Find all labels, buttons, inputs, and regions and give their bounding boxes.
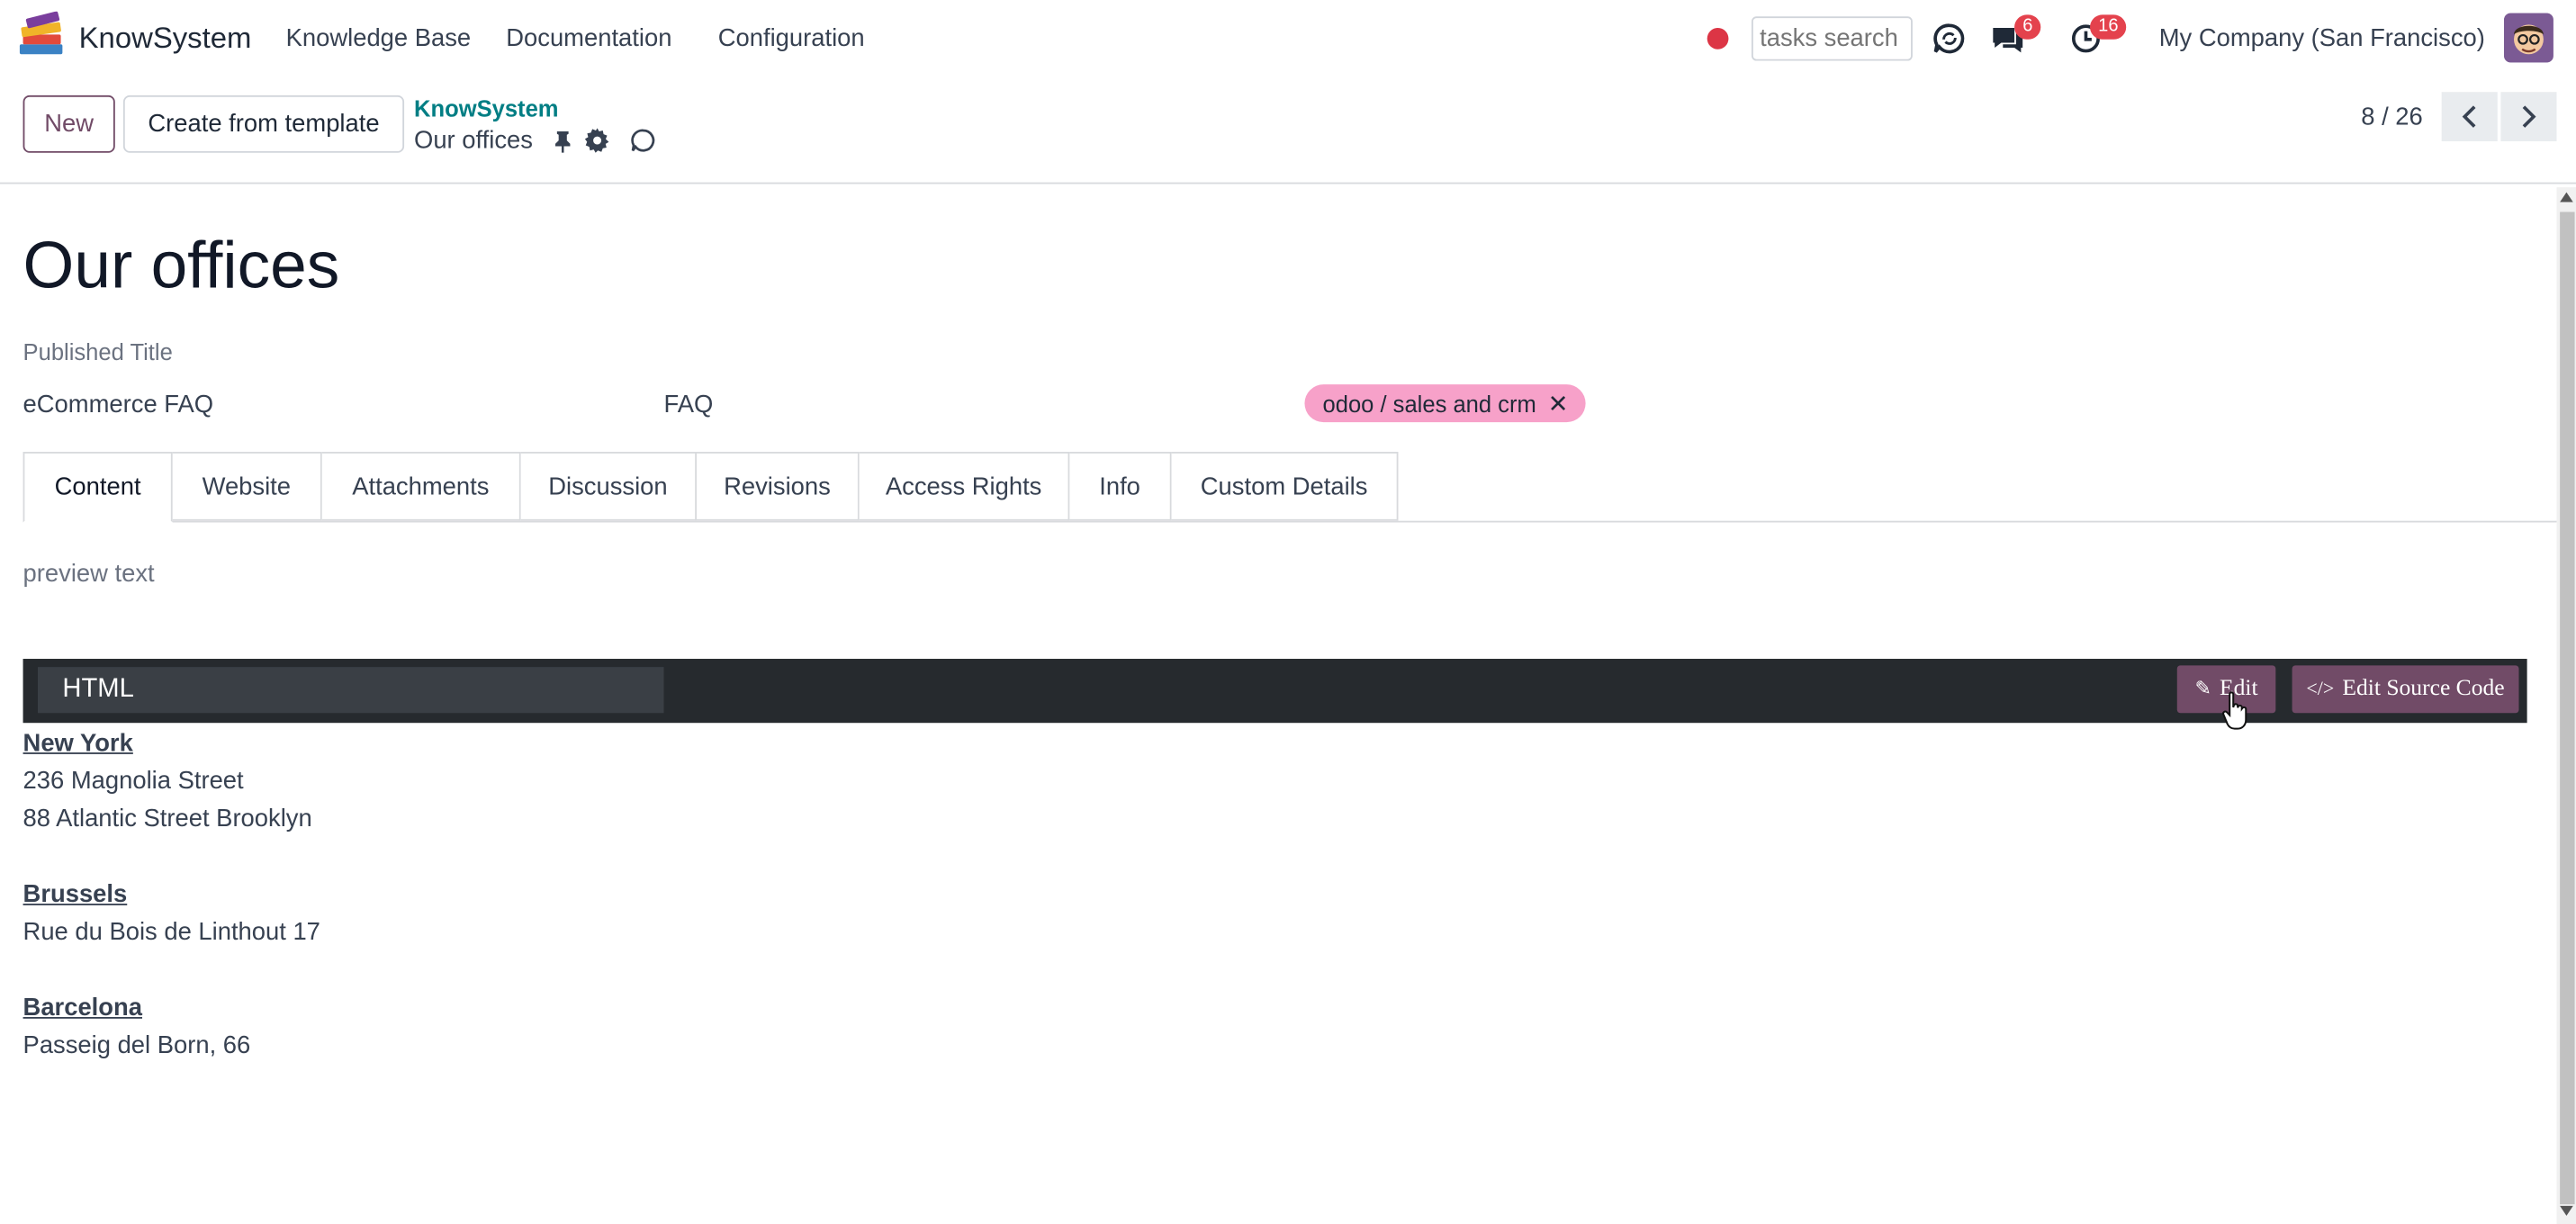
menu-configuration[interactable]: Configuration (718, 24, 865, 52)
record-title[interactable]: Our offices (23, 230, 340, 304)
user-avatar[interactable] (2504, 13, 2553, 63)
tag-label: odoo / sales and crm (1322, 390, 1536, 417)
scrollbar-thumb[interactable] (2560, 212, 2575, 1205)
office-block: New York 236 Magnolia Street 88 Atlantic… (23, 724, 312, 838)
tag-badge: odoo / sales and crm ✕ (1304, 384, 1585, 423)
breadcrumb-parent-link[interactable]: KnowSystem (414, 95, 559, 122)
tasks-search-input[interactable] (1751, 16, 1913, 61)
tab-discussion[interactable]: Discussion (520, 452, 698, 521)
tab-attachments[interactable]: Attachments (321, 452, 521, 521)
office-block: Brussels Rue du Bois de Linthout 17 (23, 876, 320, 951)
pin-icon[interactable] (554, 130, 572, 153)
pager-previous-button[interactable] (2441, 92, 2498, 141)
books-logo-icon[interactable] (16, 11, 66, 61)
edit-source-code-button[interactable]: </> Edit Source Code (2292, 665, 2519, 714)
scroll-down-arrow-icon[interactable] (2560, 1205, 2573, 1216)
editor-mode-select[interactable]: HTML (37, 667, 664, 714)
category-field[interactable]: FAQ (664, 391, 714, 418)
form-tabs: Content Website Attachments Discussion R… (23, 452, 1399, 523)
page-scrollbar[interactable] (2556, 187, 2576, 1224)
office-city: New York (23, 729, 133, 758)
scroll-up-arrow-icon[interactable] (2560, 192, 2573, 202)
tag-remove-icon[interactable]: ✕ (1548, 389, 1569, 418)
chevron-left-icon (2462, 105, 2476, 128)
pager-value[interactable]: 8 / 26 (2361, 104, 2423, 131)
gear-icon[interactable] (584, 128, 609, 153)
html-editor-toolbar: HTML ✎ Edit </> Edit Source Code (23, 659, 2527, 724)
hand-cursor-icon (2222, 691, 2247, 730)
tab-custom-details[interactable]: Custom Details (1171, 452, 1399, 521)
tab-revisions[interactable]: Revisions (697, 452, 860, 521)
new-button[interactable]: New (23, 94, 115, 153)
create-from-template-button[interactable]: Create from template (122, 94, 405, 153)
company-switcher[interactable]: My Company (San Francisco) (2159, 24, 2485, 52)
tab-info[interactable]: Info (1069, 452, 1172, 521)
messages-count-badge: 6 (2014, 14, 2041, 40)
menu-knowledge-base[interactable]: Knowledge Base (286, 24, 472, 52)
chatter-sync-icon[interactable] (631, 128, 655, 152)
preview-text-field[interactable]: preview text (23, 560, 155, 588)
discuss-sync-icon[interactable] (1932, 22, 1967, 56)
chevron-right-icon (2522, 105, 2536, 128)
top-navbar: KnowSystem Knowledge Base Documentation … (0, 0, 2576, 76)
tab-website[interactable]: Website (172, 452, 322, 521)
menu-documentation[interactable]: Documentation (506, 24, 671, 52)
office-address-line: Rue du Bois de Linthout 17 (23, 918, 320, 947)
breadcrumb-current: Our offices (414, 126, 533, 155)
edit-pencil-icon: ✎ (2194, 677, 2211, 700)
edit-source-code-label: Edit Source Code (2342, 676, 2505, 701)
office-address-line: 236 Magnolia Street (23, 767, 244, 796)
control-panel-divider (0, 182, 2576, 184)
office-city: Barcelona (23, 994, 142, 1022)
office-address-line: Passeig del Born, 66 (23, 1031, 251, 1060)
app-name[interactable]: KnowSystem (79, 22, 252, 56)
pager-next-button[interactable] (2500, 92, 2557, 141)
activities-count-badge: 16 (2090, 14, 2127, 40)
office-address-line: 88 Atlantic Street Brooklyn (23, 805, 312, 833)
code-icon: </> (2306, 677, 2335, 700)
tab-access-rights[interactable]: Access Rights (859, 452, 1070, 521)
tab-content[interactable]: Content (23, 452, 173, 523)
recording-indicator-icon[interactable] (1707, 28, 1729, 50)
section-field[interactable]: eCommerce FAQ (23, 391, 214, 418)
published-title-placeholder[interactable]: Published Title (23, 338, 173, 364)
office-city: Brussels (23, 880, 128, 909)
office-block: Barcelona Passeig del Born, 66 (23, 989, 251, 1065)
